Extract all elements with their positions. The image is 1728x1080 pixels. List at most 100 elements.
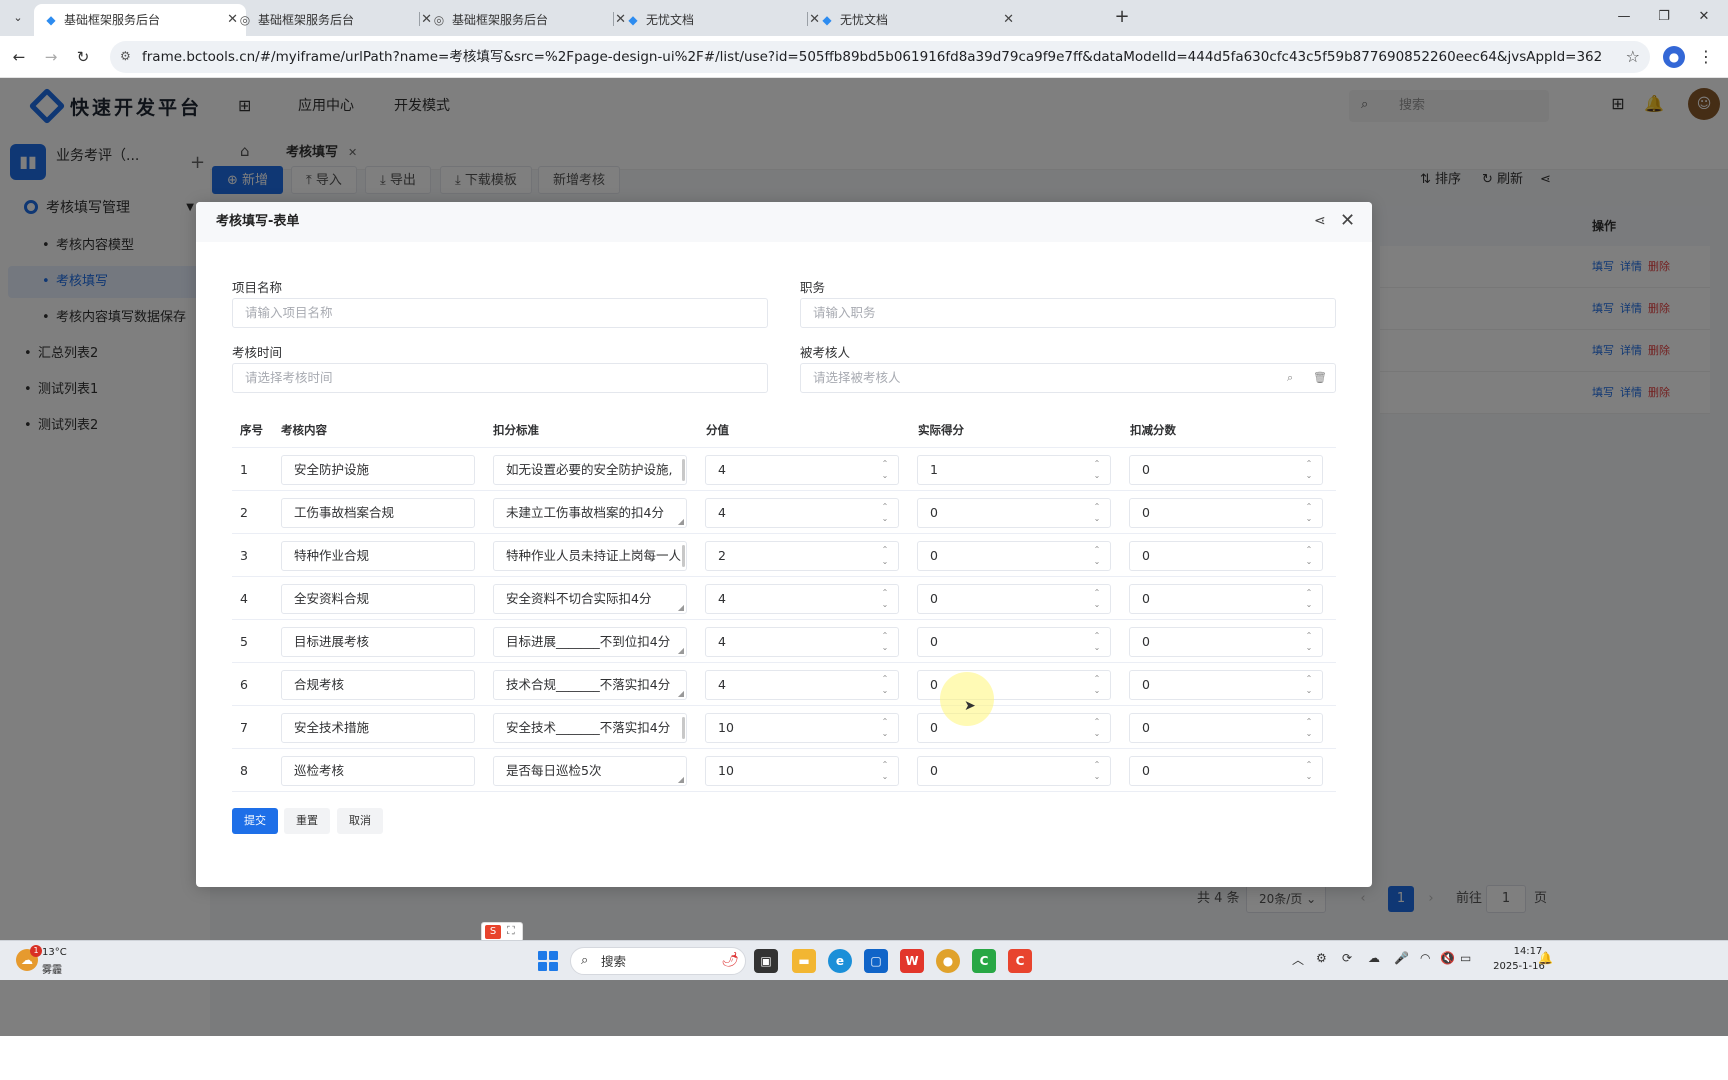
actual-score-input[interactable]: 0 ⌃ ⌄: [917, 713, 1111, 743]
stepper-arrows-icon[interactable]: ⌃ ⌄: [880, 673, 890, 697]
tray-app-icon[interactable]: ⚙: [1316, 951, 1327, 965]
stepper-arrows-icon[interactable]: ⌃ ⌄: [1304, 544, 1314, 568]
chrome-icon[interactable]: ●: [936, 949, 960, 973]
actual-score-input[interactable]: 0 ⌃ ⌄: [917, 756, 1111, 786]
review-time-picker[interactable]: 请选择考核时间: [232, 363, 768, 393]
share-icon[interactable]: ⋖: [1314, 213, 1326, 229]
microphone-icon[interactable]: 🎤: [1394, 951, 1409, 965]
textarea-scrollbar[interactable]: [682, 717, 685, 739]
stepper-arrows-icon[interactable]: ⌃ ⌄: [880, 759, 890, 783]
stepper-arrows-icon[interactable]: ⌃ ⌄: [1092, 458, 1102, 482]
actual-score-input[interactable]: 0 ⌃ ⌄: [917, 584, 1111, 614]
stepper-arrows-icon[interactable]: ⌃ ⌄: [1092, 759, 1102, 783]
battery-icon[interactable]: ▭: [1460, 951, 1471, 965]
deduct-score-input[interactable]: 0 ⌃ ⌄: [1129, 455, 1323, 485]
content-input[interactable]: 全安资料合规: [281, 584, 475, 614]
content-input[interactable]: 工伤事故档案合规: [281, 498, 475, 528]
standard-textarea[interactable]: 安全资料不切合实际扣4分 ◢: [493, 584, 687, 614]
url-text[interactable]: frame.bctools.cn/#/myiframe/urlPath?name…: [142, 41, 1602, 73]
content-input[interactable]: 安全防护设施: [281, 455, 475, 485]
standard-textarea[interactable]: 安全技术_______不落实扣4分: [493, 713, 687, 743]
browser-tab-2[interactable]: ◎ 基础框架服务后台 ✕: [228, 4, 440, 36]
trash-icon[interactable]: 🗑: [1313, 364, 1327, 392]
restore-button[interactable]: ❐: [1652, 6, 1676, 28]
ime-toolbar[interactable]: S ⛶: [481, 922, 523, 942]
stepper-arrows-icon[interactable]: ⌃ ⌄: [1092, 587, 1102, 611]
content-input[interactable]: 目标进展考核: [281, 627, 475, 657]
stepper-arrows-icon[interactable]: ⌃ ⌄: [880, 587, 890, 611]
actual-score-input[interactable]: 0 ⌃ ⌄: [917, 541, 1111, 571]
stepper-arrows-icon[interactable]: ⌃ ⌄: [1304, 458, 1314, 482]
stepper-arrows-icon[interactable]: ⌃ ⌄: [880, 458, 890, 482]
tab-search-button[interactable]: ⌄: [8, 8, 28, 28]
screen-recorder-icon[interactable]: C: [1008, 949, 1032, 973]
reload-button[interactable]: ↻: [72, 46, 94, 68]
standard-textarea[interactable]: 未建立工伤事故档案的扣4分 ◢: [493, 498, 687, 528]
new-tab-button[interactable]: +: [1110, 6, 1134, 30]
notifications-icon[interactable]: 🔔: [1538, 951, 1553, 965]
close-icon[interactable]: ✕: [1340, 210, 1355, 232]
deduct-score-input[interactable]: 0 ⌃ ⌄: [1129, 713, 1323, 743]
actual-score-input[interactable]: 0 ⌃ ⌄: [917, 627, 1111, 657]
taskbar-search-input[interactable]: ⌕ 搜索 🌶: [570, 947, 746, 975]
wps-icon[interactable]: W: [900, 949, 924, 973]
browser-tab-5[interactable]: ◆ 无忧文档 ✕: [810, 4, 1022, 36]
reviewee-picker[interactable]: 请选择被考核人 ⌕ 🗑: [800, 363, 1336, 393]
position-input[interactable]: 请输入职务: [800, 298, 1336, 328]
stepper-arrows-icon[interactable]: ⌃ ⌄: [1304, 673, 1314, 697]
edge-icon[interactable]: e: [828, 949, 852, 973]
stepper-arrows-icon[interactable]: ⌃ ⌄: [880, 501, 890, 525]
resize-handle-icon[interactable]: ◢: [678, 647, 684, 655]
close-icon[interactable]: ✕: [1003, 4, 1014, 36]
wifi-icon[interactable]: ◠: [1420, 951, 1430, 965]
textarea-scrollbar[interactable]: [682, 545, 685, 567]
browser-tab-1[interactable]: ◆ 基础框架服务后台 ✕: [34, 4, 246, 36]
score-number-input[interactable]: 10 ⌃ ⌄: [705, 756, 899, 786]
stepper-arrows-icon[interactable]: ⌃ ⌄: [1092, 501, 1102, 525]
standard-textarea[interactable]: 如无设置必要的安全防护设施,: [493, 455, 687, 485]
cancel-button[interactable]: 取消: [337, 808, 383, 834]
url-field[interactable]: ⚙ frame.bctools.cn/#/myiframe/urlPath?na…: [110, 41, 1650, 73]
resize-handle-icon[interactable]: ◢: [678, 518, 684, 526]
onedrive-icon[interactable]: ☁: [1368, 951, 1380, 965]
resize-handle-icon[interactable]: ◢: [678, 776, 684, 784]
store-icon[interactable]: ▢: [864, 949, 888, 973]
score-number-input[interactable]: 2 ⌃ ⌄: [705, 541, 899, 571]
stepper-arrows-icon[interactable]: ⌃ ⌄: [1304, 716, 1314, 740]
bookmark-star-icon[interactable]: ☆: [1626, 47, 1640, 66]
score-number-input[interactable]: 4 ⌃ ⌄: [705, 627, 899, 657]
stepper-arrows-icon[interactable]: ⌃ ⌄: [1092, 673, 1102, 697]
minimize-button[interactable]: —: [1612, 6, 1636, 28]
browser-tab-4[interactable]: ◆ 无忧文档 ✕: [616, 4, 828, 36]
content-input[interactable]: 巡检考核: [281, 756, 475, 786]
forward-button[interactable]: →: [40, 46, 62, 68]
reset-button[interactable]: 重置: [284, 808, 330, 834]
file-explorer-icon[interactable]: ▬: [792, 949, 816, 973]
task-view-icon[interactable]: ▣: [754, 949, 778, 973]
tray-sync-icon[interactable]: ⟳: [1342, 951, 1352, 965]
search-icon[interactable]: ⌕: [1287, 364, 1293, 392]
site-info-icon[interactable]: ⚙: [120, 49, 131, 63]
score-number-input[interactable]: 4 ⌃ ⌄: [705, 584, 899, 614]
stepper-arrows-icon[interactable]: ⌃ ⌄: [1304, 759, 1314, 783]
resize-handle-icon[interactable]: ◢: [678, 604, 684, 612]
stepper-arrows-icon[interactable]: ⌃ ⌄: [1092, 544, 1102, 568]
stepper-arrows-icon[interactable]: ⌃ ⌄: [1304, 587, 1314, 611]
content-input[interactable]: 特种作业合规: [281, 541, 475, 571]
browser-menu-icon[interactable]: ⋮: [1698, 46, 1714, 68]
score-number-input[interactable]: 4 ⌃ ⌄: [705, 455, 899, 485]
standard-textarea[interactable]: 特种作业人员未持证上岗每一人: [493, 541, 687, 571]
stepper-arrows-icon[interactable]: ⌃ ⌄: [880, 630, 890, 654]
project-name-input[interactable]: 请输入项目名称: [232, 298, 768, 328]
stepper-arrows-icon[interactable]: ⌃ ⌄: [1304, 501, 1314, 525]
browser-tab-3[interactable]: ◎ 基础框架服务后台 ✕: [422, 4, 634, 36]
score-number-input[interactable]: 10 ⌃ ⌄: [705, 713, 899, 743]
deduct-score-input[interactable]: 0 ⌃ ⌄: [1129, 498, 1323, 528]
stepper-arrows-icon[interactable]: ⌃ ⌄: [1092, 716, 1102, 740]
volume-muted-icon[interactable]: 🔇: [1440, 951, 1455, 965]
standard-textarea[interactable]: 技术合规_______不落实扣4分 ◢: [493, 670, 687, 700]
score-number-input[interactable]: 4 ⌃ ⌄: [705, 670, 899, 700]
stepper-arrows-icon[interactable]: ⌃ ⌄: [880, 716, 890, 740]
stepper-arrows-icon[interactable]: ⌃ ⌄: [880, 544, 890, 568]
actual-score-input[interactable]: 0 ⌃ ⌄: [917, 498, 1111, 528]
